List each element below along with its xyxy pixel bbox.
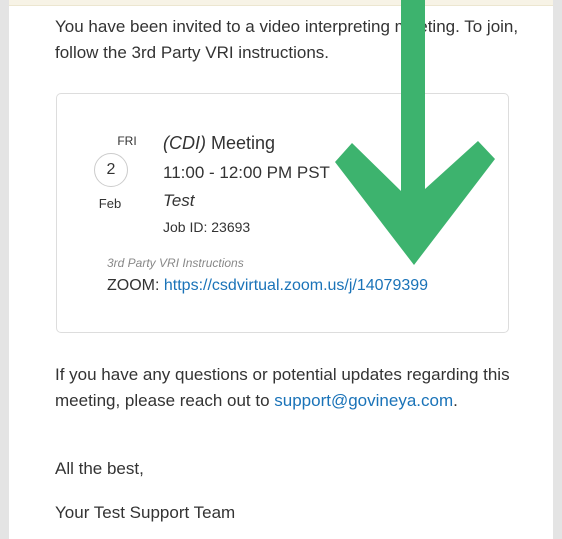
zoom-instructions: ZOOM: https://csdvirtual.zoom.us/j/14079… [107,277,428,295]
day-of-week: FRI [117,134,137,148]
meeting-card: FRI 2 Feb (CDI) Meeting 11:00 - 12:00 PM… [56,93,509,333]
job-id-label: Job ID: [163,219,208,235]
signature-text: Your Test Support Team [55,503,236,522]
meeting-time: 11:00 - 12:00 PM PST [163,163,330,182]
period: . [453,391,458,410]
job-id-value: 23693 [211,219,251,235]
vri-instructions-label: 3rd Party VRI Instructions [107,256,244,270]
closing-text: All the best, [55,459,144,478]
month-label: Feb [98,196,122,211]
intro-text: You have been invited to a video interpr… [55,17,519,62]
email-body: You have been invited to a video interpr… [9,0,553,539]
day-number-badge: 2 [94,153,128,187]
job-id: Job ID: 23693 [163,219,250,235]
top-divider [9,0,553,6]
meeting-title-text: Meeting [211,133,276,153]
questions-paragraph: If you have any questions or potential u… [55,362,525,414]
meeting-title-tag: (CDI) [163,133,206,153]
zoom-label: ZOOM: [107,277,160,294]
support-email-link[interactable]: support@govineya.com [274,391,453,410]
meeting-title: (CDI) Meeting [163,133,275,154]
project-name: Test [163,191,195,210]
zoom-link[interactable]: https://csdvirtual.zoom.us/j/14079399 [164,277,428,294]
